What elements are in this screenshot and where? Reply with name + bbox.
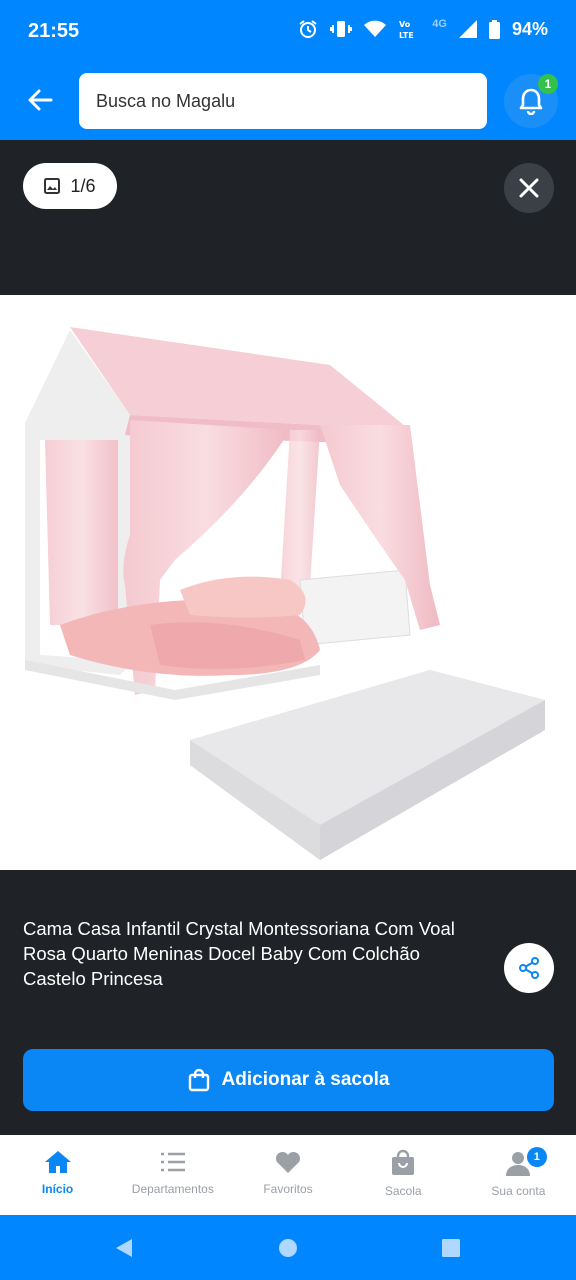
arrow-left-icon	[28, 89, 53, 111]
battery-level: 94%	[511, 18, 548, 39]
status-icons: Vo LTE 4G 94%	[298, 18, 548, 40]
home-icon	[44, 1151, 71, 1173]
svg-text:Vo: Vo	[399, 20, 411, 29]
bottom-navigation: Início Departamentos Favoritos Sacola Su…	[0, 1135, 576, 1215]
shopping-bag-icon	[188, 1068, 209, 1092]
gallery-toolbar: 1/6	[0, 140, 576, 295]
nav-item-departments[interactable]: Departamentos	[115, 1135, 230, 1215]
share-icon	[519, 957, 539, 979]
status-bar: 21:55 Vo LTE 4G 94%	[0, 0, 576, 62]
product-image[interactable]	[0, 295, 576, 870]
square-recents-icon	[442, 1239, 460, 1257]
system-recents-button[interactable]	[438, 1235, 464, 1261]
nav-label-account: Sua conta	[491, 1184, 546, 1198]
system-home-button[interactable]	[275, 1235, 301, 1261]
search-header	[0, 62, 576, 140]
vibrate-icon	[330, 21, 353, 37]
status-time: 21:55	[28, 20, 80, 42]
image-counter: 1/6	[23, 163, 117, 209]
battery-icon	[488, 19, 500, 39]
close-icon	[519, 178, 539, 198]
nav-item-favorites[interactable]: Favoritos	[230, 1135, 345, 1215]
add-to-bag-button[interactable]: Adicionar à sacola	[23, 1049, 554, 1111]
close-button[interactable]	[504, 163, 554, 213]
search-input[interactable]	[79, 73, 487, 129]
account-badge: 1	[526, 1147, 547, 1167]
image-counter-text: 1/6	[70, 175, 96, 196]
volte-icon: Vo LTE	[399, 20, 414, 40]
bed-illustration	[25, 327, 545, 860]
nav-item-account[interactable]: Sua conta 1	[461, 1135, 576, 1215]
nav-item-home[interactable]: Início	[0, 1135, 115, 1215]
alarm-icon	[299, 20, 317, 38]
system-navigation-bar	[0, 1215, 576, 1280]
svg-text:LTE: LTE	[399, 31, 414, 40]
signal-icon	[458, 20, 477, 38]
circle-home-icon	[279, 1239, 297, 1257]
bag-icon	[392, 1149, 415, 1175]
add-to-bag-label: Adicionar à sacola	[221, 1069, 390, 1090]
back-button[interactable]	[22, 82, 58, 118]
share-button[interactable]	[504, 943, 554, 993]
network-type: 4G	[432, 18, 447, 30]
product-info: Cama Casa Infantil Crystal Montessoriana…	[0, 870, 576, 1135]
triangle-back-icon	[116, 1239, 132, 1257]
list-icon	[160, 1152, 185, 1172]
product-title: Cama Casa Infantil Crystal Montessoriana…	[23, 918, 455, 989]
nav-label-bag: Sacola	[384, 1184, 422, 1198]
wifi-icon	[364, 20, 387, 37]
nav-label-departments: Departamentos	[131, 1182, 214, 1196]
image-icon	[44, 178, 61, 194]
nav-item-bag[interactable]: Sacola	[346, 1135, 461, 1215]
nav-label-home: Início	[41, 1182, 74, 1196]
nav-label-favorites: Favoritos	[263, 1182, 313, 1196]
heart-icon	[275, 1151, 301, 1173]
notification-badge: 1	[538, 74, 558, 94]
system-back-button[interactable]	[111, 1235, 137, 1261]
